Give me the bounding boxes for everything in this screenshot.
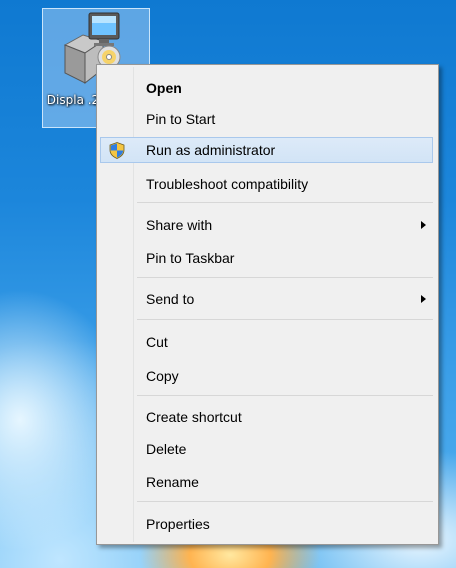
menu-item-label: Pin to Taskbar bbox=[146, 250, 235, 266]
menu-item-label: Pin to Start bbox=[146, 111, 216, 127]
menu-separator bbox=[137, 277, 433, 278]
menu-item-label: Troubleshoot compatibility bbox=[146, 176, 309, 192]
menu-item-open[interactable]: Open bbox=[100, 75, 433, 101]
menu-separator bbox=[137, 319, 433, 320]
uac-shield-icon bbox=[109, 142, 125, 159]
menu-item-copy[interactable]: Copy bbox=[100, 363, 433, 389]
menu-item-label: Create shortcut bbox=[146, 409, 242, 425]
menu-item-pin-to-start[interactable]: Pin to Start bbox=[100, 106, 433, 132]
menu-item-label: Delete bbox=[146, 441, 187, 457]
menu-item-delete[interactable]: Delete bbox=[100, 436, 433, 462]
menu-item-label: Properties bbox=[146, 516, 210, 532]
menu-separator bbox=[137, 395, 433, 396]
menu-item-label: Copy bbox=[146, 368, 179, 384]
menu-separator bbox=[137, 501, 433, 502]
menu-item-troubleshoot-compatibility[interactable]: Troubleshoot compatibility bbox=[100, 171, 433, 197]
menu-item-send-to[interactable]: Send to bbox=[100, 286, 433, 312]
menu-item-create-shortcut[interactable]: Create shortcut bbox=[100, 404, 433, 430]
desktop-icon-label: Displa .2 bbox=[46, 93, 100, 107]
menu-item-properties[interactable]: Properties bbox=[100, 511, 433, 537]
menu-item-run-as-administrator[interactable]: Run as administrator bbox=[100, 137, 433, 163]
menu-item-share-with[interactable]: Share with bbox=[100, 212, 433, 238]
menu-item-label: Open bbox=[146, 80, 182, 96]
submenu-arrow-icon bbox=[421, 221, 426, 229]
menu-item-rename[interactable]: Rename bbox=[100, 469, 433, 495]
menu-item-label: Send to bbox=[146, 291, 195, 307]
menu-item-pin-to-taskbar[interactable]: Pin to Taskbar bbox=[100, 245, 433, 271]
menu-item-cut[interactable]: Cut bbox=[100, 329, 433, 355]
context-menu: Open Pin to Start Run as administrator T… bbox=[96, 64, 439, 545]
menu-item-label: Run as administrator bbox=[146, 142, 276, 158]
menu-item-label: Cut bbox=[146, 334, 168, 350]
menu-separator bbox=[137, 202, 433, 203]
menu-item-label: Share with bbox=[146, 217, 213, 233]
submenu-arrow-icon bbox=[421, 295, 426, 303]
menu-item-label: Rename bbox=[146, 474, 199, 490]
